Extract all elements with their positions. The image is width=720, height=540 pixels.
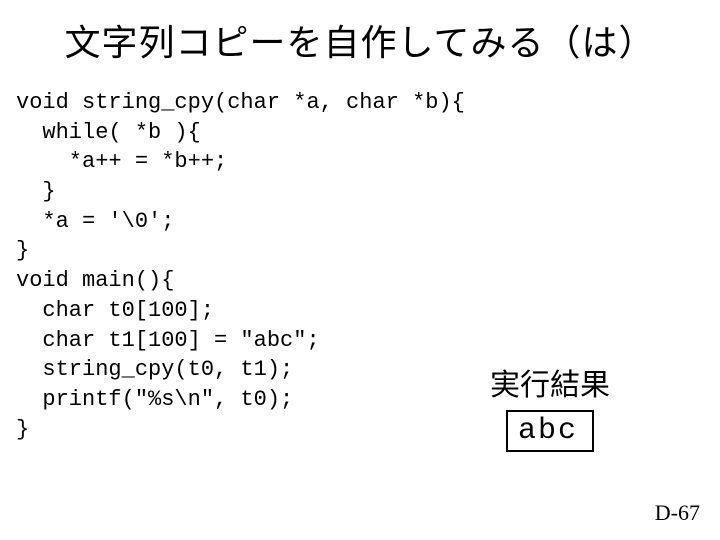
slide-title: 文字列コピーを自作してみる（は） [0, 0, 720, 76]
code-block: void string_cpy(char *a, char *b){ while… [0, 76, 720, 444]
page-number: D-67 [655, 500, 700, 526]
result-output-box: abc [506, 410, 594, 452]
result-label: 実行結果 [490, 360, 610, 404]
result-area: 実行結果 abc [490, 360, 610, 452]
